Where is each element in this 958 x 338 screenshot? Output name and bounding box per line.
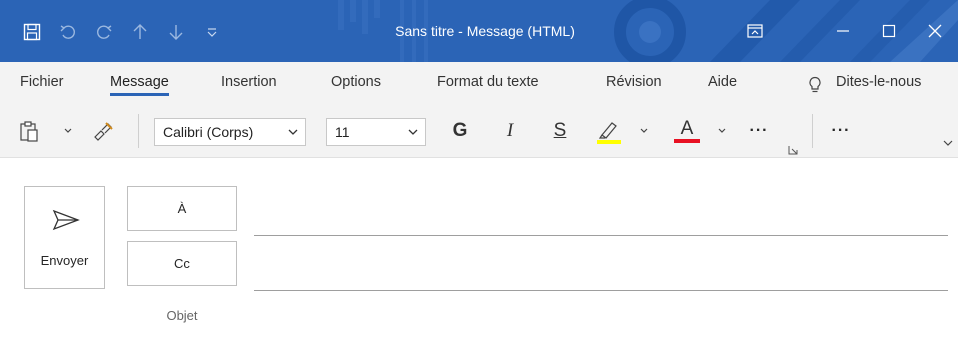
bold-button[interactable]: G <box>446 116 474 146</box>
underline-button[interactable]: S <box>546 116 574 146</box>
window-controls <box>732 0 958 62</box>
chevron-down-icon <box>287 124 299 143</box>
font-name-value: Calibri (Corps) <box>163 124 254 140</box>
dialog-launcher-icon[interactable] <box>786 144 800 156</box>
font-color-button[interactable]: A <box>670 116 704 146</box>
more-commands-button[interactable]: ··· <box>826 116 856 146</box>
to-button[interactable]: À <box>127 186 237 231</box>
save-icon[interactable] <box>18 20 46 44</box>
chevron-down-icon <box>407 124 419 143</box>
font-name-dropdown[interactable]: Calibri (Corps) <box>154 118 306 146</box>
paste-dropdown-chevron-icon[interactable] <box>60 116 76 146</box>
send-icon <box>52 209 80 236</box>
quick-access-toolbar <box>18 20 234 44</box>
tab-format-du-texte[interactable]: Format du texte <box>437 74 539 90</box>
font-size-dropdown[interactable]: 11 <box>326 118 426 146</box>
subject-label: Objet <box>166 308 198 323</box>
title-bar: Sans titre - Message (HTML) <box>0 0 958 62</box>
tab-insertion[interactable]: Insertion <box>221 74 277 90</box>
ribbon-separator <box>138 114 139 148</box>
highlight-button[interactable] <box>592 116 626 146</box>
cc-button[interactable]: Cc <box>127 241 237 286</box>
ribbon-display-options-icon[interactable] <box>732 0 778 62</box>
undo-icon[interactable] <box>54 20 82 44</box>
lightbulb-icon[interactable] <box>808 76 822 99</box>
tab-message[interactable]: Message <box>110 74 169 96</box>
minimize-icon[interactable] <box>820 0 866 62</box>
highlight-dropdown-chevron-icon[interactable] <box>636 116 652 146</box>
font-color-bar <box>674 139 700 143</box>
ribbon-commands: Calibri (Corps) 11 G I S A ··· ··· <box>0 106 958 158</box>
close-icon[interactable] <box>912 0 958 62</box>
tab-options[interactable]: Options <box>331 74 381 90</box>
customize-qat-icon[interactable] <box>198 20 226 44</box>
font-color-letter: A <box>680 118 694 139</box>
tell-me-search[interactable]: Dites-le-nous <box>836 74 921 90</box>
font-color-dropdown-chevron-icon[interactable] <box>714 116 730 146</box>
font-size-value: 11 <box>335 124 350 140</box>
paste-icon[interactable] <box>16 116 42 146</box>
ribbon-separator <box>812 114 813 148</box>
to-field[interactable] <box>254 235 948 236</box>
tab-fichier[interactable]: Fichier <box>20 74 64 90</box>
tab-aide[interactable]: Aide <box>708 74 737 90</box>
tab-revision[interactable]: Révision <box>606 74 662 90</box>
expand-ribbon-chevron-icon[interactable] <box>940 134 956 152</box>
redo-icon[interactable] <box>90 20 118 44</box>
arrow-down-icon[interactable] <box>162 20 190 44</box>
more-formatting-button[interactable]: ··· <box>744 116 774 146</box>
ribbon-tabs: Fichier Message Insertion Options Format… <box>0 62 958 106</box>
format-painter-icon[interactable] <box>88 116 118 146</box>
cc-field[interactable] <box>254 290 948 291</box>
send-label: Envoyer <box>40 253 89 268</box>
send-button[interactable]: Envoyer <box>24 186 105 289</box>
maximize-icon[interactable] <box>866 0 912 62</box>
italic-button[interactable]: I <box>496 116 524 146</box>
arrow-up-icon[interactable] <box>126 20 154 44</box>
